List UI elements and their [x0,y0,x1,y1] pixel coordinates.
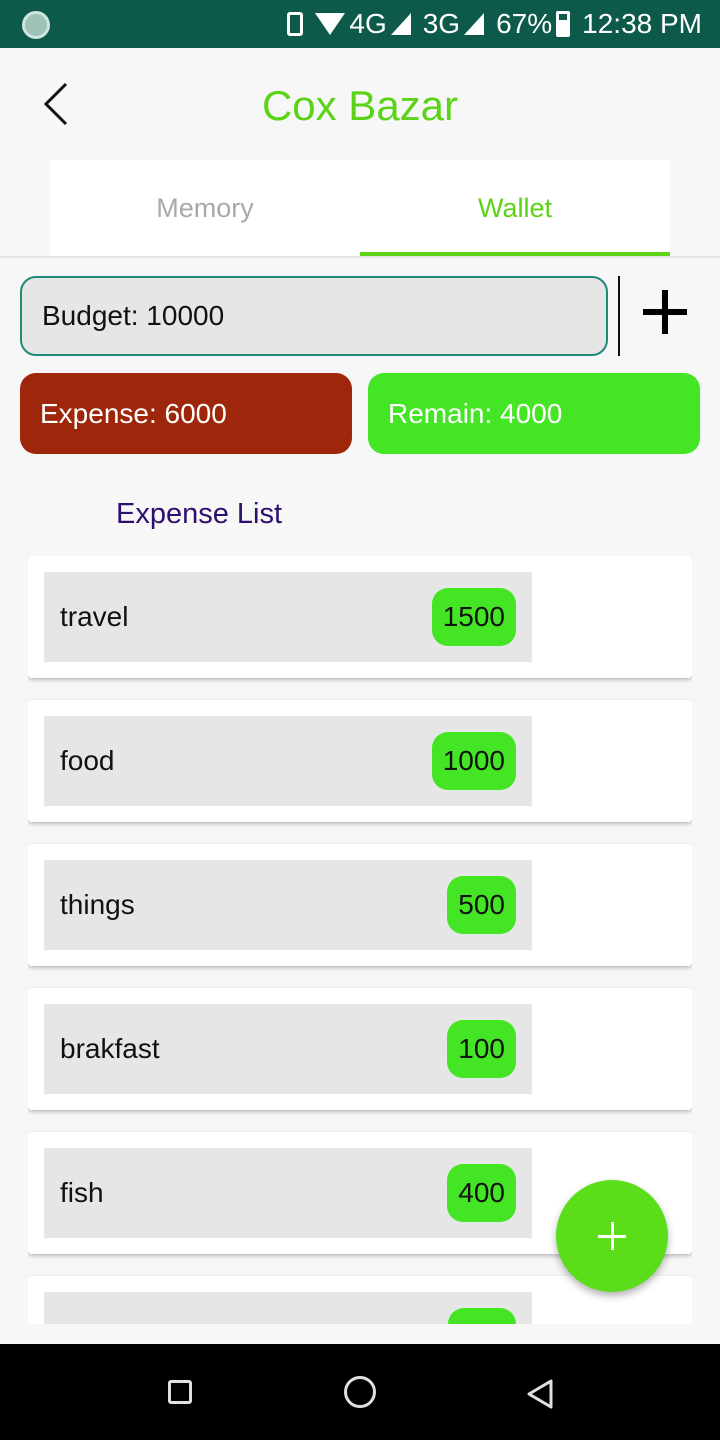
expense-amount-badge: 400 [447,1164,516,1222]
remain-total: Remain: 4000 [368,373,700,454]
app-notification-icon [22,11,50,39]
tab-bar: Memory Wallet [50,160,670,256]
nav-back-icon[interactable] [526,1378,554,1410]
home-icon[interactable] [344,1376,376,1408]
page-title: Cox Bazar [261,82,459,129]
expense-row: brakfast 100 [44,1004,532,1094]
add-budget-icon[interactable] [643,290,687,334]
battery-icon [556,11,571,37]
status-bar: 4G 3G 67% 12:38 PM [0,0,720,48]
budget-value: Budget: 10000 [42,300,225,331]
wifi-icon [315,13,346,35]
expense-name: brakfast [60,1033,160,1064]
network-3g-label: 3G [422,8,461,39]
app-header: Cox Bazar [0,48,720,160]
system-nav-bar [0,1344,720,1440]
expense-name: things [60,889,135,920]
expense-row: travel 1500 [44,572,532,662]
vibrate-icon [287,12,304,36]
list-item[interactable]: food 1000 [28,700,692,822]
expense-amount-badge: 1000 [431,732,516,790]
remain-total-label: Remain: 4000 [388,397,563,429]
expense-row: fish 400 [44,1148,532,1238]
add-expense-button[interactable] [556,1180,668,1292]
expense-list-title: Expense List [116,498,283,530]
signal-icon [390,13,411,35]
expense-row: food 1000 [44,716,532,806]
expense-row [44,1292,532,1324]
tab-memory[interactable]: Memory [50,160,360,256]
budget-field[interactable]: Budget: 10000 [20,276,608,356]
recent-apps-icon[interactable] [168,1380,192,1404]
expense-amount-badge: 1500 [431,588,516,646]
expense-name: food [60,745,115,776]
tab-divider [0,256,720,258]
list-item[interactable]: travel 1500 [28,556,692,678]
battery-percent: 67% [496,8,553,39]
network-4g-label: 4G [349,8,387,39]
expense-row: things 500 [44,860,532,950]
expense-amount-badge: 100 [447,1020,516,1078]
list-item[interactable]: brakfast 100 [28,988,692,1110]
expense-total-label: Expense: 6000 [40,397,227,429]
expense-amount-badge [448,1308,516,1324]
expense-total: Expense: 6000 [20,373,352,454]
expense-amount-badge: 500 [447,876,516,934]
signal-icon [464,13,485,35]
expense-name: fish [60,1177,104,1208]
clock: 12:38 PM [582,8,702,39]
expense-name: travel [60,601,129,632]
list-item[interactable]: things 500 [28,844,692,966]
tab-wallet[interactable]: Wallet [360,160,670,256]
budget-separator [618,276,620,356]
